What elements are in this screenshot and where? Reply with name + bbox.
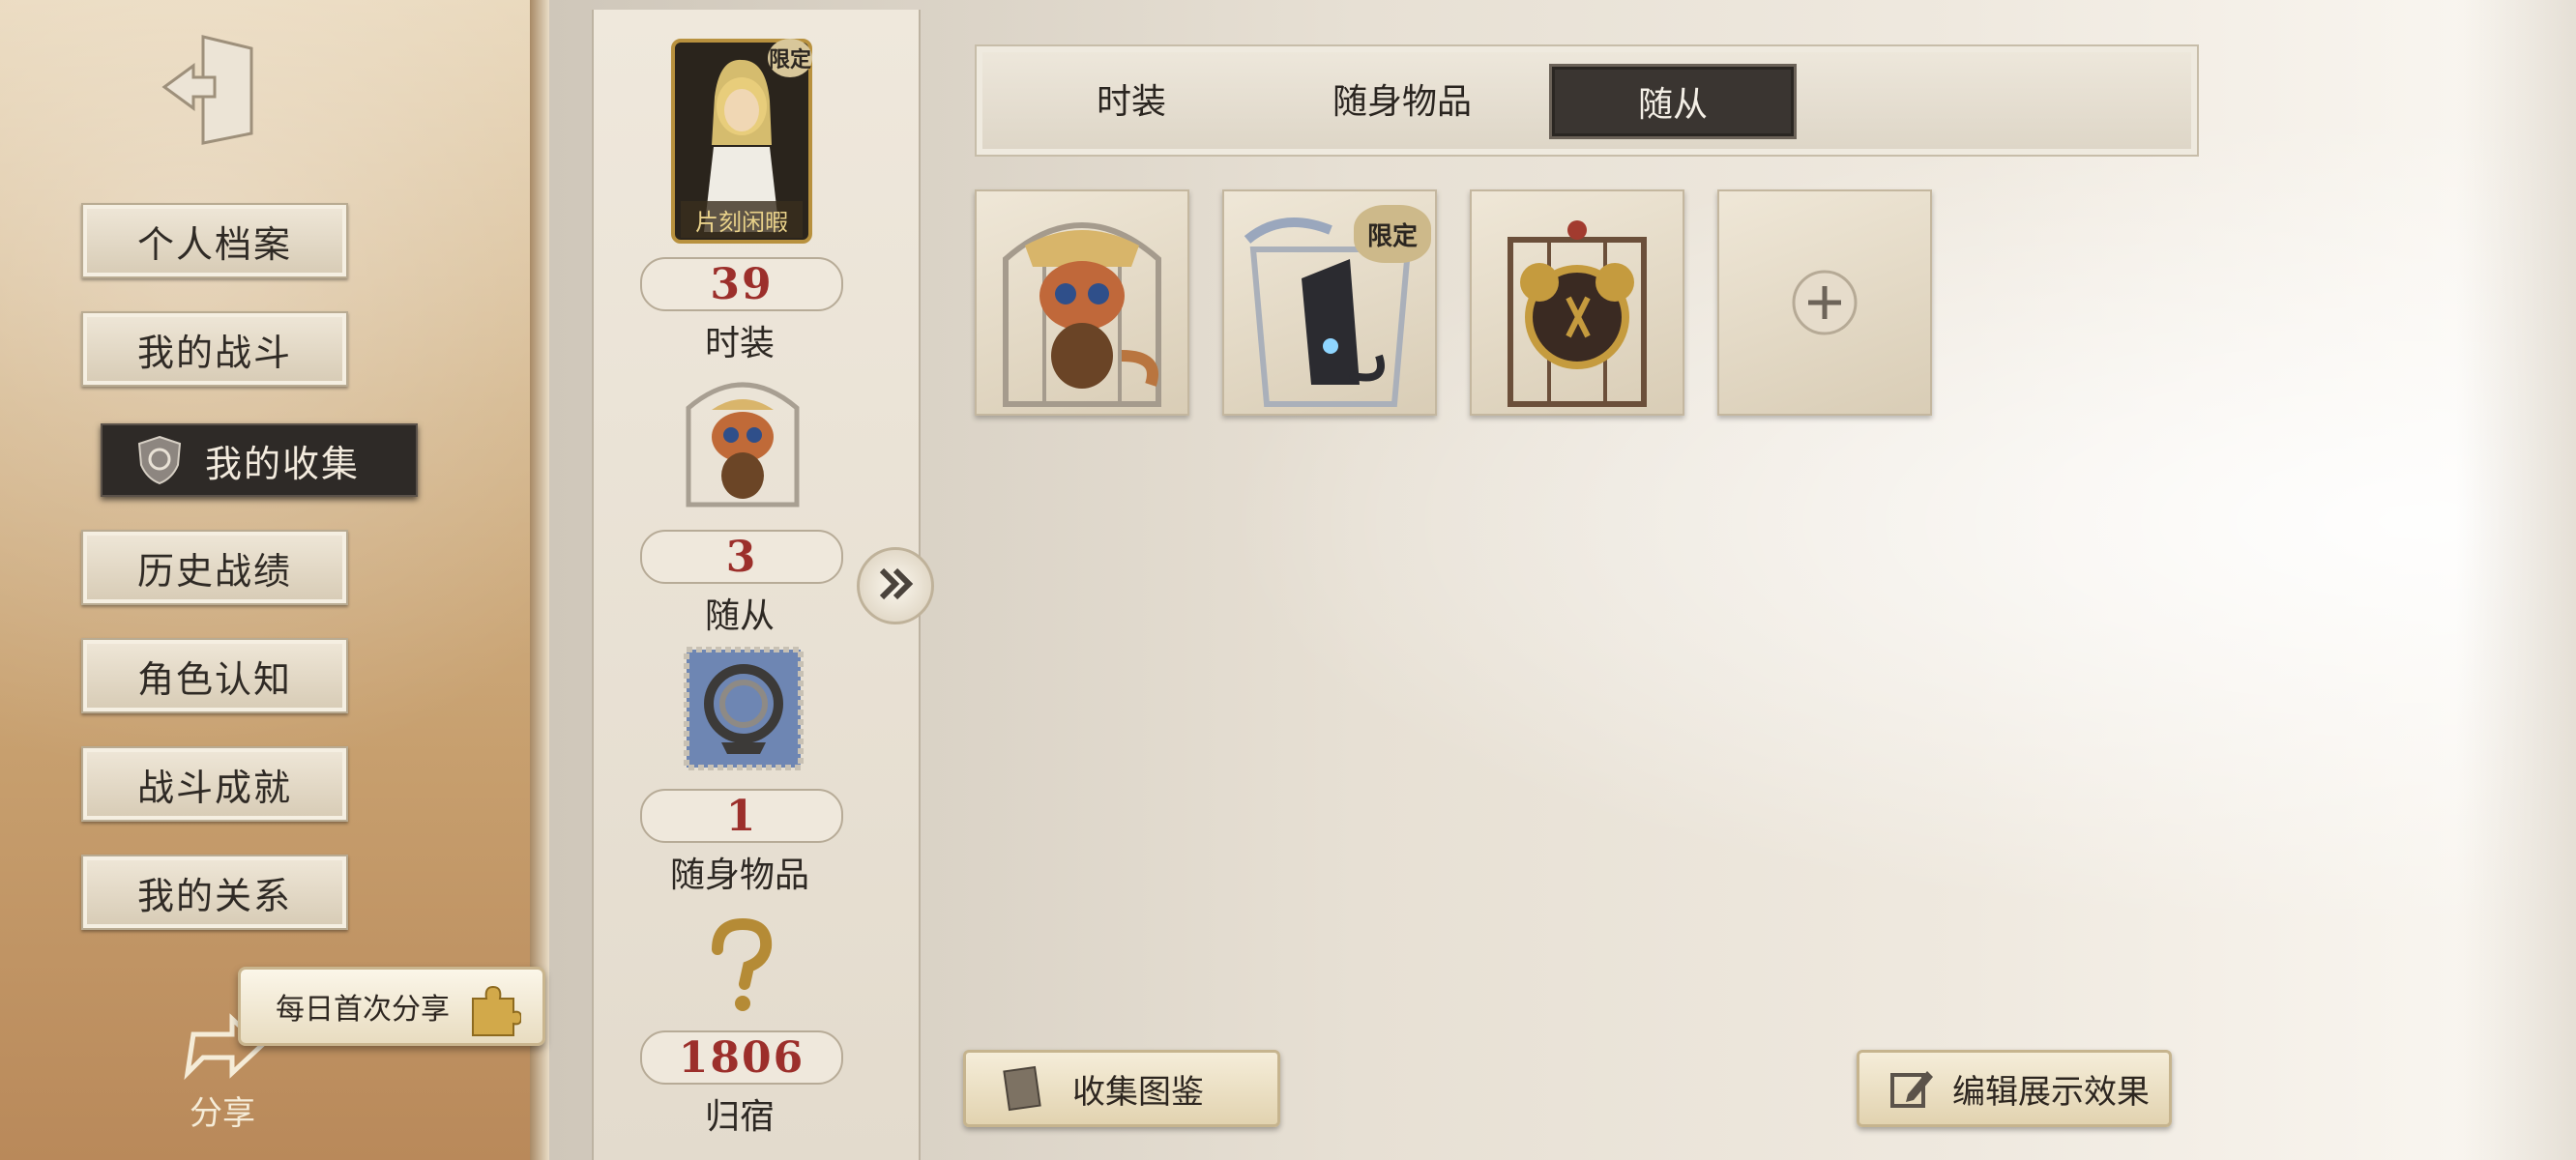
sidebar-item-label: 战斗成就 (136, 766, 292, 809)
right-shade (2456, 0, 2576, 1160)
collection-book-label: 收集图鉴 (1072, 1072, 1204, 1112)
sidebar-item-my-collection[interactable]: 我的收集 (101, 423, 418, 497)
companion-label: 随从 (704, 596, 775, 636)
companion-card-black-cat[interactable]: 限定 (1222, 189, 1437, 416)
accessory-label: 随身物品 (669, 856, 809, 895)
sidebar-item-achievements[interactable]: 战斗成就 (81, 746, 348, 822)
accessory-count: 1 (640, 789, 843, 843)
sidebar-item-label: 我的收集 (205, 442, 361, 485)
collection-book-button[interactable]: 收集图鉴 (963, 1050, 1280, 1127)
tab-companions[interactable]: 随从 (1549, 64, 1797, 139)
home-question-icon[interactable] (698, 916, 781, 1013)
companion-card-red-panda[interactable] (975, 189, 1189, 416)
costume-caption: 片刻闲暇 (695, 208, 788, 236)
sidebar-item-history[interactable]: 历史战绩 (81, 530, 348, 605)
sidebar-item-role-awareness[interactable]: 角色认知 (81, 638, 348, 713)
shield-icon (133, 434, 186, 486)
add-companion-slot[interactable] (1717, 189, 1932, 416)
daily-share-text: 每日首次分享 (276, 993, 450, 1027)
accessory-thumbnail[interactable] (683, 646, 805, 771)
puzzle-icon (465, 981, 523, 1037)
limited-badge: 限定 (1354, 205, 1431, 263)
exit-icon[interactable] (155, 29, 271, 145)
sidebar-item-label: 个人档案 (136, 222, 292, 266)
book-icon (999, 1065, 1045, 1112)
costume-count: 39 (640, 257, 843, 311)
home-count: 1806 (640, 1030, 843, 1085)
double-chevron-right-icon (874, 563, 917, 609)
companion-card-clock[interactable] (1470, 189, 1684, 416)
sidebar-item-label: 角色认知 (136, 657, 292, 701)
costume-label: 时装 (704, 324, 775, 363)
tab-costumes[interactable]: 时装 (1035, 64, 1228, 133)
edit-icon (1888, 1065, 1935, 1112)
expand-button[interactable] (857, 547, 934, 624)
sidebar-item-label: 我的战斗 (136, 331, 292, 374)
sidebar-item-my-battles[interactable]: 我的战斗 (81, 311, 348, 387)
home-label: 归宿 (704, 1097, 775, 1137)
edit-display-label: 编辑展示效果 (1952, 1072, 2150, 1112)
share-label[interactable]: 分享 (174, 1087, 271, 1134)
limited-badge: 限定 (768, 39, 812, 77)
sidebar-item-relationships[interactable]: 我的关系 (81, 855, 348, 930)
companion-count: 3 (640, 530, 843, 584)
tab-accessories[interactable]: 随身物品 (1296, 64, 1508, 133)
costume-portrait[interactable]: 限定 片刻闲暇 (671, 39, 812, 244)
daily-share-tooltip[interactable]: 每日首次分享 (238, 967, 545, 1046)
edit-display-button[interactable]: 编辑展示效果 (1857, 1050, 2172, 1127)
sidebar-item-profile[interactable]: 个人档案 (81, 203, 348, 278)
companion-thumbnail[interactable] (677, 369, 808, 512)
sidebar-item-label: 历史战绩 (136, 549, 292, 593)
sidebar-item-label: 我的关系 (136, 874, 292, 917)
